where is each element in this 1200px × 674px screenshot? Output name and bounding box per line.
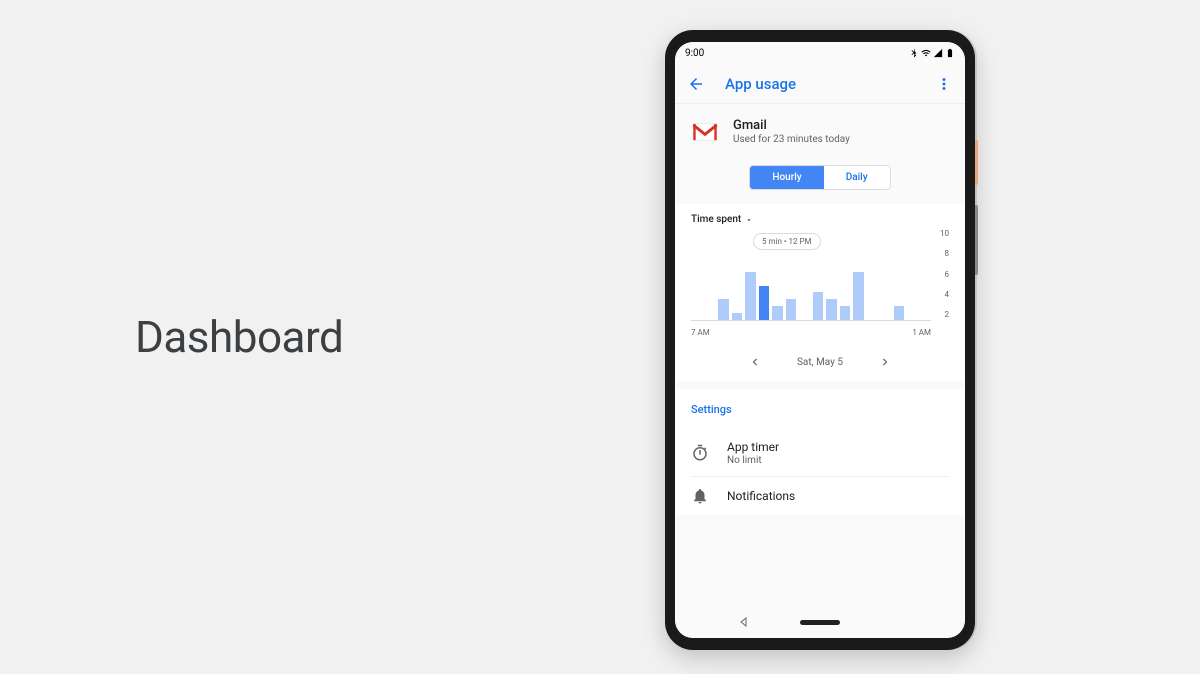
status-bar: 9:00 — [675, 42, 965, 64]
back-arrow-icon[interactable] — [687, 75, 705, 93]
wifi-icon — [921, 48, 931, 58]
settings-item-title: App timer — [727, 440, 779, 454]
chart-bar[interactable] — [745, 272, 756, 320]
settings-text: Notifications — [727, 489, 795, 503]
settings-section: Settings App timer No limit Notification… — [675, 389, 965, 515]
chart-bar[interactable] — [786, 299, 797, 320]
phone-volume-button — [975, 205, 978, 275]
signal-icon — [933, 48, 943, 58]
phone-frame: 9:00 App usage Gmail Used for 23 minutes… — [665, 30, 975, 650]
usage-chart[interactable]: 10 8 6 4 2 5 min • 12 PM 7 AM 1 AM — [691, 237, 949, 337]
settings-item-notifications[interactable]: Notifications — [691, 477, 949, 515]
settings-item-title: Notifications — [727, 489, 795, 503]
chart-bar[interactable] — [759, 286, 770, 321]
y-tick: 8 — [940, 249, 949, 258]
y-axis: 10 8 6 4 2 — [940, 229, 949, 319]
phone-screen: 9:00 App usage Gmail Used for 23 minutes… — [675, 42, 965, 638]
status-time: 9:00 — [685, 48, 704, 59]
app-header: Gmail Used for 23 minutes today — [675, 104, 965, 159]
date-label: Sat, May 5 — [797, 357, 843, 368]
chart-section: Time spent 10 8 6 4 2 5 min • 12 PM 7 AM… — [675, 204, 965, 345]
android-nav-bar — [675, 606, 965, 638]
chevron-down-icon — [745, 216, 753, 224]
tab-daily[interactable]: Daily — [824, 166, 890, 189]
gmail-icon — [691, 121, 719, 143]
chart-bar[interactable] — [772, 306, 783, 320]
settings-item-app-timer[interactable]: App timer No limit — [691, 430, 949, 477]
x-tick-start: 7 AM — [691, 328, 710, 337]
dropdown-label-text: Time spent — [691, 214, 741, 225]
battery-icon — [945, 48, 955, 58]
x-axis: 7 AM 1 AM — [691, 328, 931, 337]
chevron-left-icon[interactable] — [748, 355, 762, 369]
bell-icon — [691, 487, 709, 505]
app-name: Gmail — [733, 118, 850, 133]
y-tick: 6 — [940, 270, 949, 279]
tab-switcher: Hourly Daily — [675, 159, 965, 204]
tab-hourly[interactable]: Hourly — [750, 166, 823, 189]
chart-tooltip: 5 min • 12 PM — [753, 233, 821, 250]
y-tick: 10 — [940, 229, 949, 238]
tab-group: Hourly Daily — [749, 165, 890, 190]
settings-item-sub: No limit — [727, 455, 779, 466]
time-spent-dropdown[interactable]: Time spent — [691, 214, 949, 225]
chart-bar[interactable] — [826, 299, 837, 320]
chart-bar[interactable] — [732, 313, 743, 320]
settings-text: App timer No limit — [727, 440, 779, 466]
y-tick: 2 — [940, 310, 949, 319]
settings-heading: Settings — [691, 403, 949, 416]
bars-area — [691, 251, 931, 321]
x-tick-end: 1 AM — [912, 328, 931, 337]
timer-icon — [691, 444, 709, 462]
chart-bar[interactable] — [894, 306, 905, 320]
chart-bar[interactable] — [718, 299, 729, 320]
app-info: Gmail Used for 23 minutes today — [733, 118, 850, 145]
nav-back-icon[interactable] — [738, 616, 750, 628]
chevron-right-icon[interactable] — [878, 355, 892, 369]
nav-home-pill[interactable] — [800, 620, 840, 625]
phone-power-button — [975, 140, 978, 185]
slide-title: Dashboard — [135, 311, 343, 363]
chart-bar[interactable] — [813, 292, 824, 320]
app-bar: App usage — [675, 64, 965, 104]
chart-bar[interactable] — [840, 306, 851, 320]
status-icons — [909, 48, 955, 58]
usage-summary: Used for 23 minutes today — [733, 134, 850, 145]
date-navigator: Sat, May 5 — [675, 345, 965, 381]
y-tick: 4 — [940, 290, 949, 299]
app-bar-title: App usage — [725, 75, 796, 93]
more-vert-icon[interactable] — [935, 75, 953, 93]
chart-bar[interactable] — [853, 272, 864, 320]
bluetooth-icon — [909, 48, 919, 58]
